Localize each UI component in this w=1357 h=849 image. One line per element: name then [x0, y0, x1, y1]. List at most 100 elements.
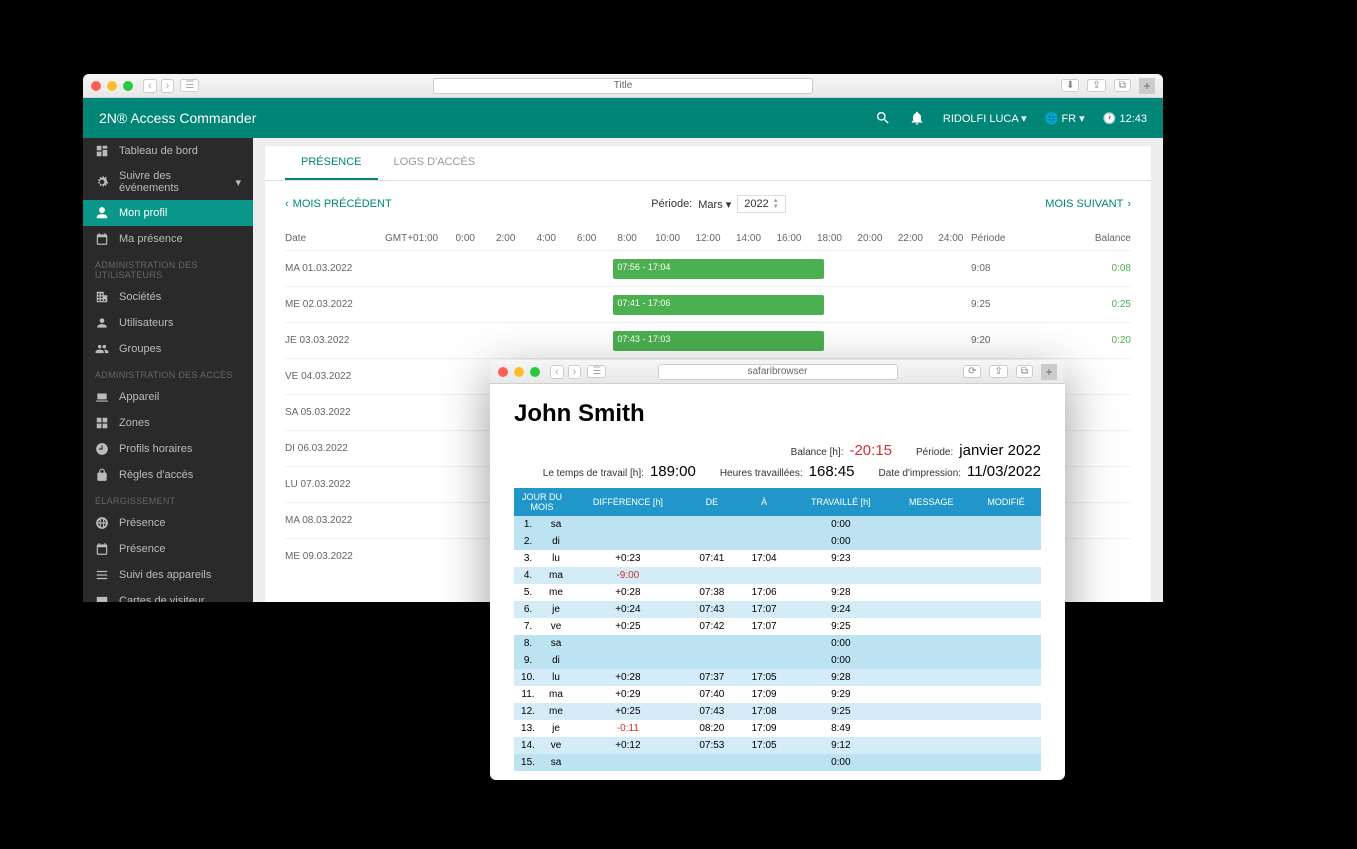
back-button[interactable]: ‹	[550, 365, 564, 379]
row-msg	[891, 635, 971, 652]
row-num: 3.	[514, 550, 542, 567]
row-mod	[971, 669, 1041, 686]
sidebar: Tableau de bord Suivre des événements▾ Mon…	[83, 138, 253, 602]
row-diff: +0:12	[570, 737, 686, 754]
report-url-bar[interactable]: safaribrowser	[658, 364, 898, 380]
report-row: 5.me+0:2807:3817:069:28	[514, 584, 1041, 601]
row-num: 13.	[514, 720, 542, 737]
row-mod	[971, 601, 1041, 618]
tab-presence[interactable]: PRÉSENCE	[285, 146, 378, 180]
building-icon	[95, 290, 109, 304]
sidebar-item-profils-horaires[interactable]: Profils horaires	[83, 436, 253, 462]
language-menu[interactable]: 🌐 FR ▾	[1045, 112, 1085, 125]
sidebar-item-mon-profil[interactable]: Mon profil	[83, 200, 253, 226]
tabs-icon[interactable]: ⧉	[1016, 365, 1033, 378]
row-diff	[570, 516, 686, 533]
sidebar-item-suivi-des-appareils[interactable]: Suivi des appareils	[83, 562, 253, 588]
sidebar-toggle-icon[interactable]: ☰	[180, 79, 199, 92]
row-day: di	[542, 652, 570, 669]
period-value: janvier 2022	[959, 442, 1041, 459]
minimize-window-icon[interactable]	[514, 367, 524, 377]
report-row: 4.ma-9:00	[514, 567, 1041, 584]
row-day: je	[542, 720, 570, 737]
maximize-window-icon[interactable]	[123, 81, 133, 91]
row-from: 07:42	[686, 618, 738, 635]
sidebar-item-label: Mon profil	[119, 207, 167, 219]
period-label: Période:	[651, 198, 692, 210]
row-period: 9:20	[971, 335, 1061, 346]
calendar-icon	[95, 542, 109, 556]
tabs-icon[interactable]: ⧉	[1114, 79, 1131, 92]
close-window-icon[interactable]	[498, 367, 508, 377]
minimize-window-icon[interactable]	[107, 81, 117, 91]
row-from	[686, 754, 738, 771]
row-day: di	[542, 533, 570, 550]
share-icon[interactable]: ⇪	[989, 365, 1007, 378]
new-tab-button[interactable]: +	[1139, 78, 1155, 94]
sidebar-item-appareil[interactable]: Appareil	[83, 384, 253, 410]
period-label: Période:	[916, 447, 953, 458]
row-worked	[790, 567, 891, 584]
row-day: je	[542, 601, 570, 618]
search-icon[interactable]	[875, 110, 891, 126]
row-mod	[971, 737, 1041, 754]
gantt-bar[interactable]: 07:41 - 17:06	[613, 295, 823, 315]
report-browser-chrome: ‹ › ☰ safaribrowser ⟳ ⇪ ⧉ +	[490, 360, 1065, 384]
row-msg	[891, 686, 971, 703]
report-row: 8.sa0:00	[514, 635, 1041, 652]
year-stepper[interactable]: ▲▼	[773, 198, 779, 210]
row-mod	[971, 703, 1041, 720]
download-icon[interactable]: ⬇	[1061, 79, 1079, 92]
new-tab-button[interactable]: +	[1041, 364, 1057, 380]
row-to: 17:07	[738, 601, 790, 618]
app-header: 2N® Access Commander RIDOLFI LUCA ▾ 🌐 FR…	[83, 98, 1163, 138]
sidebar-item-label: Profils horaires	[119, 443, 192, 455]
row-day: ve	[542, 737, 570, 754]
url-bar[interactable]: Title	[433, 78, 813, 94]
sidebar-item-pr-sence[interactable]: Présence	[83, 510, 253, 536]
close-window-icon[interactable]	[91, 81, 101, 91]
sidebar-item-cartes-de-visiteur[interactable]: Cartes de visiteur	[83, 588, 253, 602]
next-month-button[interactable]: MOIS SUIVANT ›	[1045, 198, 1131, 210]
sidebar-item-soci-t-s[interactable]: Sociétés	[83, 284, 253, 310]
gantt-bar[interactable]: 07:56 - 17:04	[613, 259, 823, 279]
row-date: MA 01.03.2022	[285, 263, 385, 274]
col-date: Date	[285, 233, 385, 244]
tab-logs[interactable]: LOGS D'ACCÈS	[378, 146, 492, 180]
forward-button[interactable]: ›	[568, 365, 582, 379]
year-input[interactable]: 2022▲▼	[737, 195, 785, 213]
sidebar-item-tableau-de-bord[interactable]: Tableau de bord	[83, 138, 253, 164]
row-from	[686, 635, 738, 652]
share-icon[interactable]: ⇪	[1087, 79, 1105, 92]
row-worked: 9:12	[790, 737, 891, 754]
month-nav: ‹ MOIS PRÉCÉDENT Période: Mars ▾ 2022▲▼ …	[285, 195, 1131, 213]
sidebar-item-utilisateurs[interactable]: Utilisateurs	[83, 310, 253, 336]
bell-icon[interactable]	[909, 110, 925, 126]
prev-month-button[interactable]: ‹ MOIS PRÉCÉDENT	[285, 198, 392, 210]
gantt-bar[interactable]: 07:43 - 17:03	[613, 331, 823, 351]
worked-label: Heures travaillées:	[720, 468, 803, 479]
back-button[interactable]: ‹	[143, 79, 157, 93]
sidebar-item-suivre-des-v-nements[interactable]: Suivre des événements▾	[83, 164, 253, 200]
row-period: 9:08	[971, 263, 1061, 274]
timeline-row: MA 01.03.202207:56 - 17:049:080:08	[285, 250, 1131, 286]
sidebar-item-ma-pr-sence[interactable]: Ma présence	[83, 226, 253, 252]
maximize-window-icon[interactable]	[530, 367, 540, 377]
sidebar-item-zones[interactable]: Zones	[83, 410, 253, 436]
sidebar-item-label: Tableau de bord	[119, 145, 198, 157]
report-row: 6.je+0:2407:4317:079:24	[514, 601, 1041, 618]
sidebar-toggle-icon[interactable]: ☰	[587, 365, 606, 378]
th-from: DE	[686, 488, 738, 516]
sidebar-item-r-gles-d-acc-s[interactable]: Règles d'accès	[83, 462, 253, 488]
user-menu[interactable]: RIDOLFI LUCA ▾	[943, 112, 1027, 125]
sidebar-section-ext: ÉLARGISSEMENT	[83, 488, 253, 510]
sidebar-item-pr-sence[interactable]: Présence	[83, 536, 253, 562]
row-from: 08:20	[686, 720, 738, 737]
month-select[interactable]: Mars ▾	[698, 198, 731, 211]
forward-button[interactable]: ›	[161, 79, 175, 93]
refresh-icon[interactable]: ⟳	[963, 365, 981, 378]
sidebar-item-groupes[interactable]: Groupes	[83, 336, 253, 362]
row-to	[738, 635, 790, 652]
row-day: ma	[542, 567, 570, 584]
row-worked: 9:25	[790, 618, 891, 635]
